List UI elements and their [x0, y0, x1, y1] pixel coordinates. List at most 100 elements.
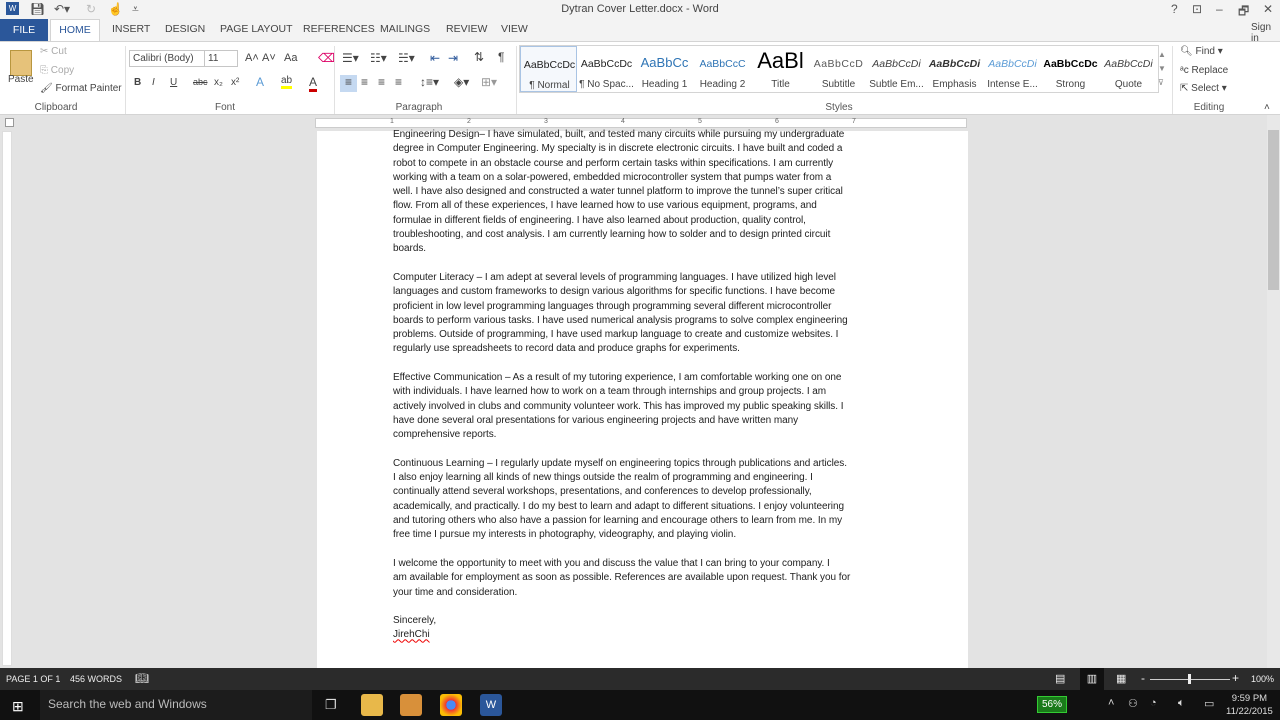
line-spacing-icon[interactable]: ↕≡▾ — [420, 75, 439, 89]
format-painter-button[interactable]: 🖌︎ Format Painter — [40, 83, 122, 94]
word-taskbar-icon[interactable]: W — [480, 694, 502, 716]
paragraph[interactable]: Computer Literacy – I am adept at severa… — [393, 271, 903, 357]
print-layout-icon[interactable]: ▥ — [1080, 668, 1104, 690]
volume-icon[interactable]: 🔈︎ — [1178, 697, 1185, 710]
file-explorer-icon[interactable] — [361, 694, 383, 716]
page-count[interactable]: PAGE 1 OF 1 — [6, 674, 60, 684]
action-center-icon[interactable]: ▭ — [1204, 697, 1214, 710]
align-right-icon[interactable]: ≡ — [378, 75, 385, 89]
task-view-icon[interactable]: ❐ — [325, 697, 337, 713]
tab-view[interactable]: VIEW — [501, 23, 528, 35]
paste-icon[interactable] — [10, 50, 32, 76]
select-button[interactable]: ⇱ Select ▾ — [1180, 83, 1227, 94]
font-size-select[interactable]: 11 — [204, 50, 238, 67]
word-count[interactable]: 456 WORDS — [70, 674, 122, 684]
style-strong[interactable]: AaBbCcDc Strong — [1042, 46, 1099, 92]
style-quote[interactable]: AaBbCcDi Quote — [1100, 46, 1157, 92]
read-mode-icon[interactable]: ▤ — [1055, 672, 1065, 685]
zoom-out-button[interactable]: - — [1141, 671, 1145, 685]
customize-icon[interactable]: ⩡ — [132, 2, 139, 17]
scrollbar-thumb[interactable] — [1268, 130, 1279, 290]
style-subtitle[interactable]: AaBbCcD Subtitle — [810, 46, 867, 92]
sort-icon[interactable]: ⇅ — [474, 50, 484, 64]
align-left-icon[interactable]: ≡ — [340, 75, 357, 92]
tab-selector-icon[interactable] — [5, 118, 14, 127]
subscript-button[interactable]: x₂ — [214, 77, 223, 88]
paste-button[interactable]: Paste — [8, 74, 34, 85]
zoom-in-button[interactable]: + — [1232, 671, 1239, 685]
close-button[interactable]: ✕ — [1263, 2, 1273, 16]
italic-button[interactable]: I — [152, 77, 155, 88]
touch-mode-icon[interactable]: ☝ — [108, 2, 123, 16]
paragraph[interactable]: Effective Communication – As a result of… — [393, 371, 903, 442]
justify-icon[interactable]: ≡ — [395, 75, 402, 89]
proofing-icon[interactable]: 📖︎ — [135, 672, 149, 685]
tab-page-layout[interactable]: PAGE LAYOUT — [220, 23, 293, 35]
network-icon[interactable]: ⚇ — [1128, 697, 1138, 710]
font-color-icon[interactable]: A — [309, 75, 318, 92]
web-layout-icon[interactable]: ▦ — [1116, 672, 1126, 685]
battery-indicator[interactable]: 56% — [1037, 696, 1067, 713]
show-marks-icon[interactable]: ¶ — [498, 50, 504, 64]
decrease-indent-icon[interactable]: ⇤ — [430, 51, 440, 65]
help-button[interactable]: ? — [1171, 2, 1178, 16]
style-heading-2[interactable]: AaBbCcC Heading 2 — [694, 46, 751, 92]
numbering-icon[interactable]: ☷▾ — [370, 51, 387, 65]
highlight-color-icon[interactable]: ab — [281, 75, 293, 89]
zoom-level[interactable]: 100% — [1251, 674, 1274, 684]
borders-icon[interactable]: ⊞▾ — [481, 75, 497, 89]
undo-icon[interactable]: ↶▾ — [54, 2, 70, 16]
strikethrough-button[interactable]: abc — [193, 77, 208, 87]
style-subtle-em[interactable]: AaBbCcDi Subtle Em... — [868, 46, 925, 92]
style-emphasis[interactable]: AaBbCcDi Emphasis — [926, 46, 983, 92]
media-player-icon[interactable] — [400, 694, 422, 716]
ribbon-display-button[interactable]: ⊡ — [1192, 2, 1202, 16]
clear-formatting-icon[interactable]: ⌫ — [318, 51, 335, 65]
tab-references[interactable]: REFERENCES — [303, 23, 375, 35]
cut-button[interactable]: ✂ Cut — [40, 46, 67, 57]
minimize-button[interactable]: – — [1216, 2, 1223, 16]
paragraph[interactable]: Engineering Design– I have simulated, bu… — [393, 128, 903, 257]
show-hidden-icons[interactable]: ˄ — [1108, 697, 1114, 709]
tab-review[interactable]: REVIEW — [446, 23, 487, 35]
style-intense-e[interactable]: AaBbCcDi Intense E... — [984, 46, 1041, 92]
style-normal[interactable]: AaBbCcDc ¶ Normal — [520, 46, 577, 92]
tab-design[interactable]: DESIGN — [165, 23, 205, 35]
styles-scroll[interactable]: ▲ ▼ ⊽ — [1158, 48, 1166, 90]
center-icon[interactable]: ≡ — [361, 75, 368, 89]
paragraph[interactable]: Continuous Learning – I regularly update… — [393, 457, 903, 543]
redo-icon[interactable]: ↻ — [86, 2, 96, 16]
shrink-font-button[interactable]: A˅ — [262, 52, 276, 64]
replace-button[interactable]: ᵃc Replace — [1180, 65, 1228, 76]
shading-icon[interactable]: ◈▾ — [454, 75, 469, 89]
font-name-select[interactable]: Calibri (Body) — [129, 50, 207, 67]
superscript-button[interactable]: x² — [231, 77, 239, 88]
paragraph[interactable]: I welcome the opportunity to meet with y… — [393, 557, 903, 600]
style-heading-1[interactable]: AaBbCc Heading 1 — [636, 46, 693, 92]
tab-insert[interactable]: INSERT — [112, 23, 150, 35]
bold-button[interactable]: B — [134, 77, 141, 88]
tab-home[interactable]: HOME — [50, 19, 100, 42]
bullets-icon[interactable]: ☰▾ — [342, 51, 359, 65]
save-icon[interactable]: 💾︎ — [30, 2, 45, 16]
style-title[interactable]: AaBl Title — [752, 46, 809, 92]
text-effects-icon[interactable]: A — [256, 75, 264, 89]
start-button[interactable]: ⊞ — [12, 698, 24, 715]
document-body[interactable]: Engineering Design– I have simulated, bu… — [393, 128, 903, 643]
multilevel-list-icon[interactable]: ☵▾ — [398, 51, 415, 65]
tab-file[interactable]: FILE — [0, 19, 48, 41]
wifi-icon[interactable]: ◔ — [1150, 697, 1157, 709]
ruler-bar[interactable]: 1 2 3 4 5 6 7 — [315, 118, 967, 128]
style-no-spac[interactable]: AaBbCcDc ¶ No Spac... — [578, 46, 635, 92]
tab-mailings[interactable]: MAILINGS — [380, 23, 430, 35]
collapse-ribbon-icon[interactable]: ˄ — [1264, 102, 1270, 113]
find-button[interactable]: 🔍︎ Find ▾ — [1180, 46, 1223, 57]
underline-button[interactable]: U — [170, 77, 177, 88]
clock[interactable]: 9:59 PM 11/22/2015 — [1226, 692, 1273, 718]
increase-indent-icon[interactable]: ⇥ — [448, 51, 458, 65]
taskbar-search[interactable]: Search the web and Windows — [40, 690, 312, 720]
change-case-button[interactable]: Aa — [284, 52, 297, 64]
zoom-slider-thumb[interactable] — [1188, 674, 1191, 684]
chrome-icon[interactable] — [440, 694, 462, 716]
copy-button[interactable]: ⎘ Copy — [40, 65, 74, 76]
